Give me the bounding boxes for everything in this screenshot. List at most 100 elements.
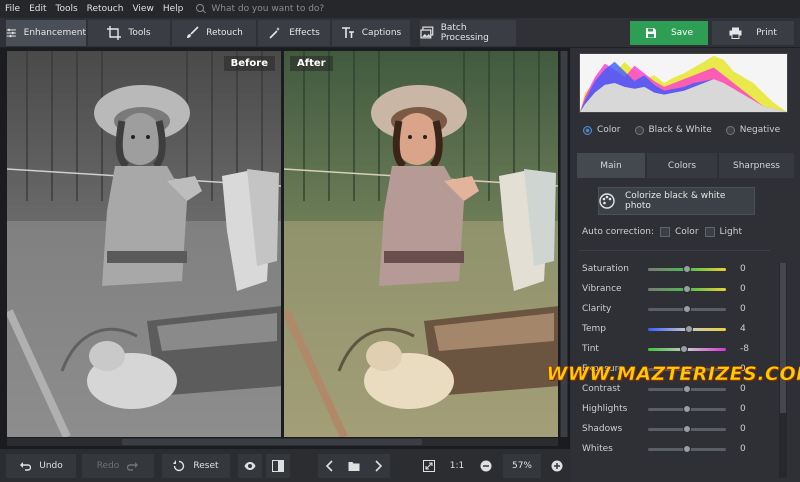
slider-label: Highlights (582, 404, 628, 414)
undo-button[interactable]: Undo (6, 454, 76, 478)
slider-track[interactable] (648, 304, 726, 313)
tab-tools[interactable]: Tools (88, 20, 170, 46)
panel-tab-sharpness[interactable]: Sharpness (719, 153, 794, 178)
slider-handle[interactable] (684, 324, 693, 333)
text-icon (341, 27, 354, 38)
printer-icon (729, 27, 742, 39)
tab-captions[interactable]: Captions (332, 20, 410, 46)
histogram (579, 53, 788, 113)
menu-edit[interactable]: Edit (29, 4, 46, 14)
save-label: Save (670, 28, 694, 38)
search-input[interactable] (211, 4, 362, 14)
panel-tab-colors[interactable]: Colors (647, 153, 717, 178)
batch-images-icon (420, 26, 434, 39)
zoom-in-button[interactable] (547, 454, 567, 478)
slider-label: Saturation (582, 264, 629, 274)
slider-track[interactable] (648, 324, 726, 333)
tab-batch-processing[interactable]: Batch Processing (420, 20, 516, 46)
watermark-text: WWW.MAZTERIZES.COM (546, 363, 800, 386)
colorize-button[interactable]: Colorize black & white photo (598, 187, 755, 215)
slider-label: Whites (582, 444, 613, 454)
zoom-out-button[interactable] (476, 454, 496, 478)
brush-icon (187, 26, 199, 38)
radio-label: Color (597, 125, 621, 135)
mode-negative-radio[interactable]: Negative (725, 125, 781, 135)
before-image (7, 51, 281, 437)
after-image (284, 51, 558, 437)
undo-arrow-icon (20, 462, 32, 471)
search-box (196, 4, 362, 14)
scrollbar-thumb[interactable] (122, 439, 422, 445)
fit-to-screen-button[interactable] (418, 454, 440, 478)
save-button[interactable]: Save (630, 21, 708, 45)
slider-handle[interactable] (683, 264, 691, 273)
horizontal-scrollbar[interactable] (7, 438, 558, 446)
auto-light-checkbox[interactable]: Light (704, 227, 742, 237)
preview-toggle-button[interactable] (238, 454, 262, 478)
slider-tint: Tint -8 (582, 342, 752, 356)
slider-track[interactable] (648, 284, 726, 293)
reset-icon (173, 460, 185, 472)
scrollbar-thumb[interactable] (780, 263, 786, 413)
mode-black-white-radio[interactable]: Black & White (634, 125, 712, 135)
slider-track[interactable] (648, 344, 726, 353)
radio-label: Negative (739, 125, 781, 135)
menu-help[interactable]: Help (163, 4, 184, 14)
auto-color-checkbox[interactable]: Color (660, 227, 699, 237)
histogram-graph (580, 54, 787, 112)
adjustment-panel: Color Black & White Negative Main Colors… (571, 48, 800, 482)
open-folder-button[interactable] (342, 454, 366, 478)
tab-enhancement[interactable]: Enhancement (6, 20, 86, 46)
slider-track[interactable] (648, 404, 726, 413)
undo-label: Undo (39, 461, 63, 471)
zoom-in-icon (551, 460, 563, 472)
redo-label: Redo (96, 461, 120, 471)
photo-canvas[interactable]: Before After (0, 48, 570, 449)
panel-divider (579, 250, 770, 251)
auto-correction-row: Auto correction: Color Light (582, 227, 742, 237)
next-image-button[interactable] (366, 454, 390, 478)
slider-handle[interactable] (683, 304, 691, 313)
search-icon (196, 4, 206, 14)
tab-retouch[interactable]: Retouch (172, 20, 256, 46)
slider-temp: Temp 4 (582, 322, 752, 336)
print-button[interactable]: Print (712, 21, 794, 45)
slider-value: 4 (740, 324, 746, 334)
checkbox-box (660, 227, 671, 237)
redo-arrow-icon (127, 462, 139, 471)
after-photo[interactable]: After (284, 51, 558, 437)
auto-correction-label: Auto correction: (582, 227, 655, 237)
slider-track[interactable] (648, 264, 726, 273)
menu-view[interactable]: View (132, 4, 153, 14)
checkbox-box (704, 227, 715, 237)
before-photo[interactable]: Before (7, 51, 281, 437)
folder-icon (348, 462, 360, 471)
slider-track[interactable] (648, 444, 726, 453)
slider-value: 0 (740, 404, 746, 414)
slider-handle[interactable] (683, 444, 691, 453)
tab-effects[interactable]: Effects (258, 20, 330, 46)
redo-button[interactable]: Redo (82, 454, 154, 478)
slider-track[interactable] (648, 424, 726, 433)
compare-view-button[interactable] (266, 454, 290, 478)
ratio-label: 1:1 (449, 461, 465, 471)
checkbox-label: Color (675, 227, 699, 237)
previous-image-button[interactable] (318, 454, 342, 478)
menu-tools[interactable]: Tools (56, 4, 78, 14)
menu-retouch[interactable]: Retouch (87, 4, 124, 14)
mode-color-radio[interactable]: Color (583, 125, 621, 135)
actual-size-button[interactable]: 1:1 (445, 454, 469, 478)
slider-handle[interactable] (683, 424, 691, 433)
slider-vibrance: Vibrance 0 (582, 282, 752, 296)
panel-tab-main[interactable]: Main (577, 153, 645, 178)
menu-file[interactable]: File (5, 4, 20, 14)
slider-handle[interactable] (679, 344, 688, 353)
slider-handle[interactable] (683, 284, 691, 293)
colorize-label: Colorize black & white photo (624, 191, 726, 211)
tab-label: Captions (361, 28, 402, 38)
zoom-level[interactable]: 57% (503, 454, 541, 478)
slider-value: 0 (740, 444, 746, 454)
reset-button[interactable]: Reset (162, 454, 230, 478)
print-label: Print (756, 28, 777, 38)
slider-handle[interactable] (683, 404, 691, 413)
